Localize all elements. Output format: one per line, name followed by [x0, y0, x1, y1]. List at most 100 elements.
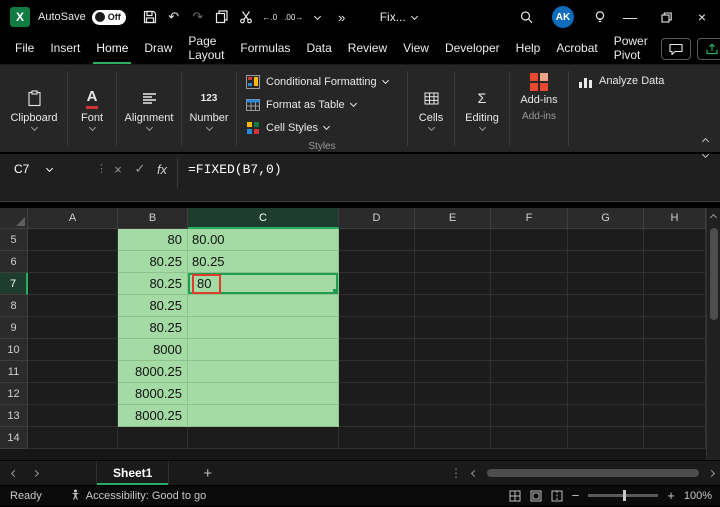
close-button[interactable]: × — [684, 0, 720, 34]
row-header-8[interactable]: 8 — [0, 295, 28, 317]
cell-H6[interactable] — [644, 251, 706, 273]
cell-B12[interactable]: 8000.25 — [118, 383, 188, 405]
share-button[interactable] — [697, 38, 720, 60]
cell-D11[interactable] — [339, 361, 415, 383]
document-title[interactable]: Fix... — [380, 10, 417, 24]
cell-D14[interactable] — [339, 427, 415, 449]
accessibility-status[interactable]: Accessibility: Good to go — [70, 489, 206, 503]
undo-icon[interactable]: ↶ — [162, 5, 186, 29]
autosave-toggle[interactable]: Off — [92, 10, 126, 25]
cell-H9[interactable] — [644, 317, 706, 339]
row-header-7[interactable]: 7 — [0, 273, 28, 295]
cell-A7[interactable] — [28, 273, 118, 295]
cell-E13[interactable] — [415, 405, 491, 427]
comments-button[interactable] — [661, 38, 691, 60]
cell-D7[interactable] — [339, 273, 415, 295]
expand-formula-bar-icon[interactable] — [702, 151, 709, 158]
cell-H11[interactable] — [644, 361, 706, 383]
lightbulb-icon[interactable] — [588, 5, 612, 29]
cell-F13[interactable] — [491, 405, 568, 427]
cell-B6[interactable]: 80.25 — [118, 251, 188, 273]
cell-A13[interactable] — [28, 405, 118, 427]
zoom-slider-thumb[interactable] — [623, 490, 626, 501]
tab-page-layout[interactable]: Page Layout — [185, 34, 227, 64]
column-header-F[interactable]: F — [491, 208, 568, 229]
cell-A14[interactable] — [28, 427, 118, 449]
cell-G5[interactable] — [568, 229, 644, 251]
tab-help[interactable]: Help — [513, 34, 544, 64]
add-sheet-button[interactable]: + — [203, 465, 212, 482]
conditional-formatting-button[interactable]: Conditional Formatting — [238, 70, 406, 93]
cell-F9[interactable] — [491, 317, 568, 339]
search-icon[interactable] — [514, 5, 538, 29]
cell-F14[interactable] — [491, 427, 568, 449]
cell-C14[interactable] — [188, 427, 339, 449]
row-header-13[interactable]: 13 — [0, 405, 28, 427]
cell-C8[interactable] — [188, 295, 339, 317]
cell-H7[interactable] — [644, 273, 706, 295]
cell-A5[interactable] — [28, 229, 118, 251]
scroll-right-icon[interactable] — [708, 469, 715, 476]
tab-file[interactable]: File — [12, 34, 37, 64]
more-commands-icon[interactable]: » — [330, 5, 354, 29]
cell-D13[interactable] — [339, 405, 415, 427]
font-group-button[interactable]: A Font — [69, 65, 115, 152]
cell-C10[interactable] — [188, 339, 339, 361]
cell-C5[interactable]: 80.00 — [188, 229, 339, 251]
analyze-data-button[interactable]: Analyze Data — [570, 65, 672, 152]
cell-H13[interactable] — [644, 405, 706, 427]
cell-D5[interactable] — [339, 229, 415, 251]
cell-H5[interactable] — [644, 229, 706, 251]
cell-F8[interactable] — [491, 295, 568, 317]
editing-group-button[interactable]: Σ Editing — [456, 65, 508, 152]
previous-sheet-icon[interactable] — [11, 469, 18, 476]
account-avatar[interactable]: AK — [552, 6, 574, 28]
save-icon[interactable] — [138, 5, 162, 29]
cell-A8[interactable] — [28, 295, 118, 317]
cell-G11[interactable] — [568, 361, 644, 383]
cell-B8[interactable]: 80.25 — [118, 295, 188, 317]
row-header-11[interactable]: 11 — [0, 361, 28, 383]
cell-D9[interactable] — [339, 317, 415, 339]
number-group-button[interactable]: 123 Number — [183, 65, 235, 152]
cell-E7[interactable] — [415, 273, 491, 295]
customize-qat-icon[interactable] — [306, 5, 330, 29]
cell-G7[interactable] — [568, 273, 644, 295]
cell-F10[interactable] — [491, 339, 568, 361]
tab-power-pivot[interactable]: Power Pivot — [611, 34, 651, 64]
row-header-10[interactable]: 10 — [0, 339, 28, 361]
zoom-slider[interactable] — [588, 494, 658, 497]
tab-home[interactable]: Home — [93, 34, 131, 64]
tab-developer[interactable]: Developer — [442, 34, 503, 64]
scroll-up-icon[interactable] — [710, 214, 717, 221]
cell-B7[interactable]: 80.25 — [118, 273, 188, 295]
cells-group-button[interactable]: Cells — [409, 65, 453, 152]
cell-B13[interactable]: 8000.25 — [118, 405, 188, 427]
cell-D6[interactable] — [339, 251, 415, 273]
cell-H8[interactable] — [644, 295, 706, 317]
sheet-tab-sheet1[interactable]: Sheet1 — [96, 461, 169, 485]
formula-input[interactable]: =FIXED(B7,0) — [184, 162, 282, 177]
sheet-options-icon[interactable]: ⋮ — [450, 466, 462, 480]
tab-insert[interactable]: Insert — [47, 34, 83, 64]
cell-E6[interactable] — [415, 251, 491, 273]
cell-E12[interactable] — [415, 383, 491, 405]
cell-G13[interactable] — [568, 405, 644, 427]
format-as-table-button[interactable]: Format as Table — [238, 93, 406, 116]
alignment-group-button[interactable]: Alignment — [118, 65, 180, 152]
row-header-6[interactable]: 6 — [0, 251, 28, 273]
cell-A11[interactable] — [28, 361, 118, 383]
tab-draw[interactable]: Draw — [141, 34, 175, 64]
row-header-14[interactable]: 14 — [0, 427, 28, 449]
vertical-scroll-thumb[interactable] — [710, 228, 718, 320]
scroll-left-icon[interactable] — [471, 469, 478, 476]
enter-button[interactable]: ✓ — [129, 157, 151, 181]
cell-E10[interactable] — [415, 339, 491, 361]
cell-E5[interactable] — [415, 229, 491, 251]
cell-D10[interactable] — [339, 339, 415, 361]
cancel-button[interactable]: × — [107, 157, 129, 181]
zoom-in-button[interactable]: + — [667, 488, 675, 503]
row-header-9[interactable]: 9 — [0, 317, 28, 339]
page-layout-view-icon[interactable] — [530, 490, 542, 502]
cell-A6[interactable] — [28, 251, 118, 273]
